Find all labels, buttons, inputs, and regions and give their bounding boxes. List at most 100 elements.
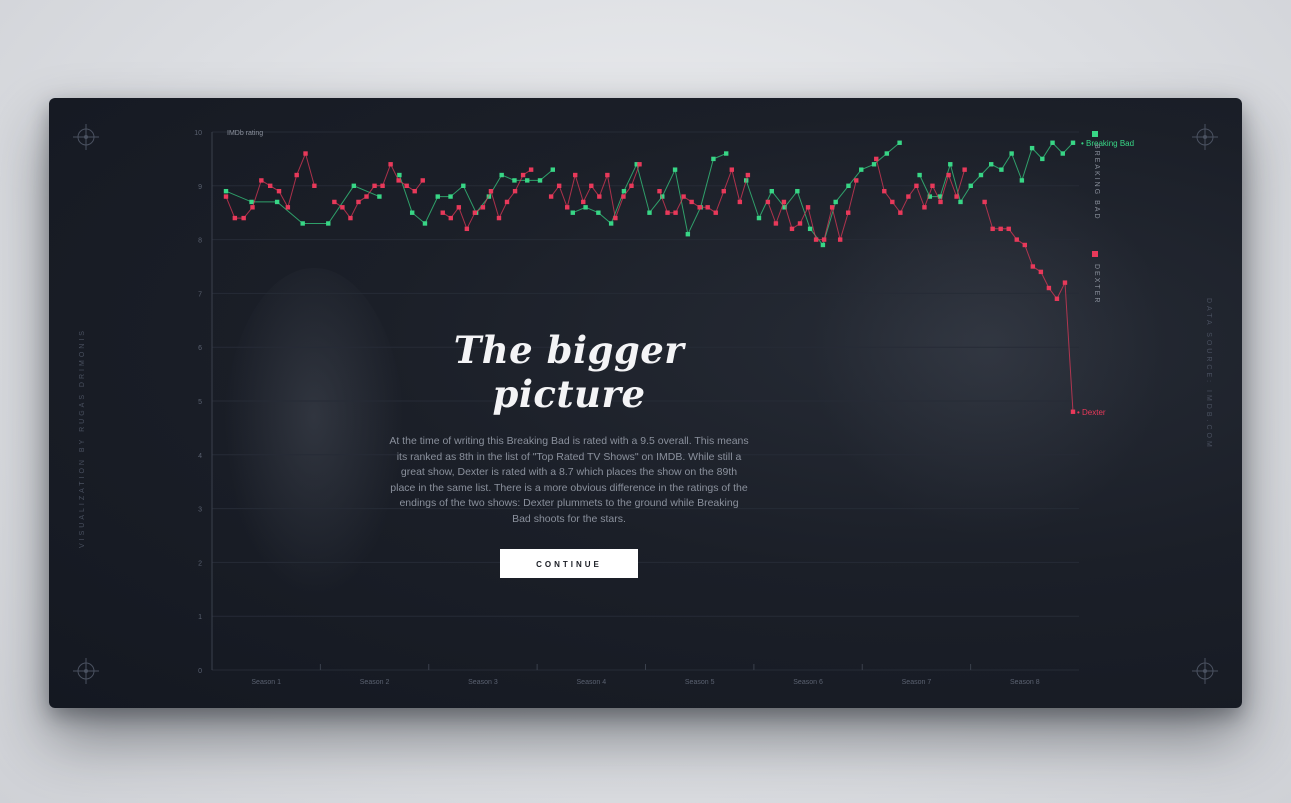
data-point-dexter: [267, 183, 273, 188]
data-point-dexter: [348, 215, 353, 221]
credit-right: DATA SOURCE: IMDB.COM: [1205, 298, 1212, 450]
series-line-dexter: [984, 201, 1074, 412]
data-point-dexter: [312, 183, 317, 188]
data-point-dexter: [223, 194, 229, 199]
data-point-dexter: [464, 226, 470, 232]
data-point-dexter: [721, 188, 726, 194]
data-point-breaking-bad: [448, 194, 453, 199]
data-point-dexter: [448, 215, 453, 221]
data-point-breaking-bad: [326, 221, 331, 226]
series-line-dexter: [659, 168, 749, 214]
data-point-breaking-bad: [756, 215, 762, 221]
data-point-dexter: [637, 162, 642, 167]
data-point-dexter: [259, 178, 264, 183]
data-point-breaking-bad: [274, 199, 280, 205]
data-point-dexter: [1070, 409, 1076, 414]
data-point-dexter: [520, 172, 526, 178]
y-tick-label: 7: [198, 291, 202, 298]
data-point-dexter: [605, 172, 610, 178]
series-line-dexter: [550, 164, 640, 220]
data-point-breaking-bad: [917, 172, 922, 178]
data-point-dexter: [665, 210, 670, 215]
data-point-breaking-bad: [377, 194, 382, 199]
data-point-dexter: [396, 178, 401, 183]
data-point-dexter: [528, 167, 534, 172]
data-point-breaking-bad: [1009, 151, 1014, 156]
data-point-breaking-bad: [1060, 151, 1065, 156]
data-point-breaking-bad: [859, 167, 864, 172]
data-point-dexter: [512, 188, 518, 194]
data-point-breaking-bad: [884, 151, 890, 156]
data-point-dexter: [232, 215, 238, 221]
data-point-breaking-bad: [435, 194, 440, 199]
y-tick-label: 4: [198, 453, 202, 460]
data-point-dexter: [874, 156, 879, 162]
data-point-dexter: [589, 183, 594, 188]
data-point-dexter: [303, 151, 308, 156]
data-point-breaking-bad: [1019, 178, 1025, 183]
data-point-dexter: [837, 237, 843, 242]
data-point-dexter: [1006, 226, 1011, 232]
crosshair-icon: [71, 122, 101, 152]
data-point-dexter: [813, 237, 819, 242]
data-point-breaking-bad: [999, 167, 1004, 172]
data-point-breaking-bad: [608, 221, 614, 226]
data-point-dexter: [938, 199, 943, 205]
data-point-dexter: [954, 194, 959, 199]
data-point-dexter: [805, 205, 811, 210]
data-point-dexter: [548, 194, 554, 199]
data-point-dexter: [713, 210, 718, 215]
data-point-dexter: [420, 178, 425, 183]
data-point-dexter: [882, 188, 887, 194]
data-point-breaking-bad: [409, 210, 415, 215]
x-tick-label: Season 6: [793, 679, 823, 686]
data-point-breaking-bad: [1070, 140, 1076, 145]
data-point-dexter: [364, 194, 369, 199]
data-point-dexter: [906, 194, 911, 199]
data-point-dexter: [673, 210, 678, 215]
x-tick-label: Season 7: [902, 679, 932, 686]
crosshair-icon: [71, 656, 101, 686]
data-point-dexter: [946, 172, 951, 178]
data-point-breaking-bad: [672, 167, 678, 172]
data-point-dexter: [846, 210, 851, 215]
data-point-dexter: [1022, 242, 1027, 248]
data-point-breaking-bad: [397, 172, 402, 178]
series-line-breaking-bad: [919, 141, 1074, 204]
data-point-breaking-bad: [422, 221, 428, 226]
data-point-breaking-bad: [724, 151, 729, 156]
data-point-breaking-bad: [550, 167, 555, 172]
data-point-dexter: [472, 210, 478, 215]
data-point-dexter: [821, 237, 827, 242]
data-point-dexter: [294, 172, 299, 178]
data-point-dexter: [440, 210, 445, 215]
data-point-dexter: [765, 199, 771, 205]
data-point-dexter: [1014, 237, 1019, 242]
x-tick-label: Season 4: [577, 679, 607, 686]
data-point-dexter: [990, 226, 995, 232]
data-point-breaking-bad: [499, 172, 504, 178]
data-point-dexter: [380, 183, 385, 188]
data-point-breaking-bad: [596, 210, 601, 215]
data-point-dexter: [657, 188, 662, 194]
data-point-dexter: [930, 183, 935, 188]
series-line-breaking-bad: [398, 169, 554, 225]
data-point-dexter: [621, 194, 626, 199]
data-point-breaking-bad: [820, 242, 826, 248]
x-tick-label: Season 3: [468, 679, 498, 686]
data-point-dexter: [998, 226, 1003, 232]
y-tick-label: 0: [198, 668, 202, 675]
data-point-breaking-bad: [512, 178, 517, 183]
data-point-breaking-bad: [968, 183, 973, 188]
series-line-dexter: [442, 169, 532, 231]
data-point-dexter: [504, 199, 510, 205]
data-point-breaking-bad: [583, 205, 588, 210]
data-point-dexter: [982, 199, 987, 205]
data-point-dexter: [332, 199, 337, 205]
data-point-breaking-bad: [223, 188, 229, 194]
credit-left: VISUALIZATION BY RUGAS DRIMONIS: [79, 328, 86, 548]
continue-button[interactable]: CONTINUE: [500, 549, 638, 578]
data-point-breaking-bad: [897, 140, 902, 145]
data-point-dexter: [488, 188, 494, 194]
data-point-breaking-bad: [795, 188, 800, 194]
